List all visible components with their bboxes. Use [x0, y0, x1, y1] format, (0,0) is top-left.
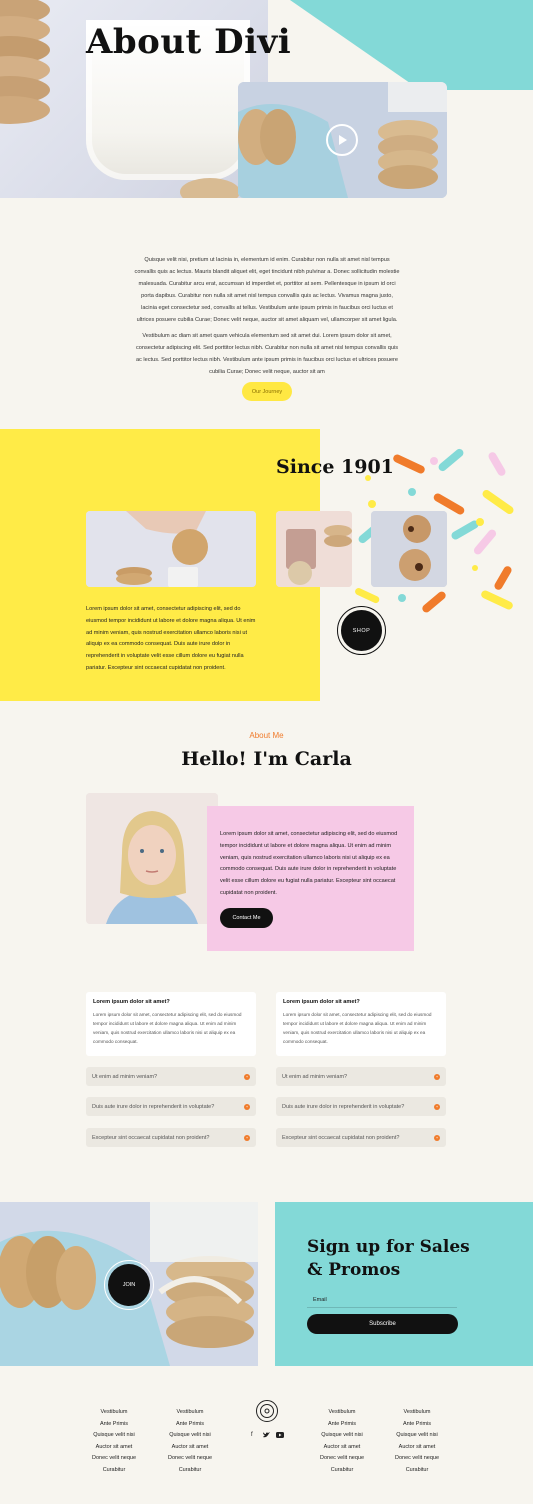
- footer-link[interactable]: Donec velit neque: [387, 1453, 447, 1465]
- faq-open-title: Lorem ipsum dolor sit amet?: [283, 999, 360, 1005]
- footer-link[interactable]: Vestibulum: [387, 1407, 447, 1419]
- hand-dipping-cookie-image: [86, 511, 256, 587]
- footer-link[interactable]: Ante Primis: [160, 1419, 220, 1431]
- faq-item[interactable]: Duis aute irure dolor in reprehenderit i…: [86, 1097, 256, 1116]
- signup-title-line-2: & Promos: [307, 1260, 401, 1280]
- join-button[interactable]: JOIN: [104, 1260, 154, 1310]
- footer-link[interactable]: Auctor sit amet: [312, 1442, 372, 1454]
- email-field-label[interactable]: Email: [313, 1297, 327, 1303]
- facebook-icon[interactable]: f: [251, 1432, 253, 1438]
- faq-item[interactable]: Duis aute irure dolor in reprehenderit i…: [276, 1097, 446, 1116]
- youtube-icon[interactable]: [276, 1432, 284, 1440]
- footer-column-2: Vestibulum Ante Primis Quisque velit nis…: [160, 1407, 220, 1476]
- faq-open-card[interactable]: Lorem ipsum dolor sit amet? Lorem ipsum …: [86, 992, 256, 1056]
- twitter-icon[interactable]: [263, 1432, 270, 1440]
- subscribe-button[interactable]: Subscribe: [307, 1314, 458, 1334]
- footer-link[interactable]: Donec velit neque: [312, 1453, 372, 1465]
- plus-icon: +: [434, 1134, 440, 1141]
- faq-question: Excepteur sint occaecat cupidatat non pr…: [282, 1134, 400, 1141]
- footer-link[interactable]: Quisque velit nisi: [387, 1430, 447, 1442]
- faq-open-body: Lorem ipsum dolor sit amet, consectetur …: [283, 1012, 432, 1044]
- faq-question: Excepteur sint occaecat cupidatat non pr…: [92, 1134, 210, 1141]
- plus-icon: +: [244, 1103, 250, 1110]
- join-button-label: JOIN: [108, 1264, 150, 1306]
- teal-triangle-decoration: [290, 0, 533, 90]
- footer-link[interactable]: Auctor sit amet: [387, 1442, 447, 1454]
- intro-paragraph-1: Quisque velit nisi, pretium ut lacinia i…: [134, 257, 400, 323]
- faq-open-title: Lorem ipsum dolor sit amet?: [93, 999, 170, 1005]
- page-title: About Divi: [86, 22, 292, 62]
- footer-link[interactable]: Ante Primis: [84, 1419, 144, 1431]
- since-text: Lorem ipsum dolor sit amet, consectetur …: [86, 606, 256, 671]
- faq-question: Duis aute irure dolor in reprehenderit i…: [282, 1103, 405, 1110]
- faq-item[interactable]: Ut enim ad minim veniam? +: [86, 1067, 256, 1086]
- plus-icon: +: [434, 1103, 440, 1110]
- footer-link[interactable]: Quisque velit nisi: [84, 1430, 144, 1442]
- cookie-stack-image: [0, 0, 50, 124]
- footer-column-4: Vestibulum Ante Primis Quisque velit nis…: [387, 1407, 447, 1476]
- donut-icon: [260, 1404, 274, 1418]
- footer-link[interactable]: Curabitur: [387, 1465, 447, 1477]
- faq-item[interactable]: Ut enim ad minim veniam? +: [276, 1067, 446, 1086]
- faq-open-card[interactable]: Lorem ipsum dolor sit amet? Lorem ipsum …: [276, 992, 446, 1056]
- footer-link[interactable]: Auctor sit amet: [160, 1442, 220, 1454]
- footer-link[interactable]: Vestibulum: [312, 1407, 372, 1419]
- contact-me-button[interactable]: Contact Me: [220, 908, 273, 928]
- intro-text: Quisque velit nisi, pretium ut lacinia i…: [133, 254, 401, 382]
- footer-link[interactable]: Auctor sit amet: [84, 1442, 144, 1454]
- footer-link[interactable]: Vestibulum: [84, 1407, 144, 1419]
- video-card[interactable]: [238, 82, 447, 198]
- footer-link[interactable]: Curabitur: [160, 1465, 220, 1477]
- footer-link[interactable]: Ante Primis: [312, 1419, 372, 1431]
- our-journey-button[interactable]: Our Journey: [242, 382, 292, 401]
- footer-link[interactable]: Quisque velit nisi: [160, 1430, 220, 1442]
- shop-button[interactable]: SHOP: [337, 606, 386, 655]
- faq-question: Ut enim ad minim veniam?: [282, 1073, 348, 1080]
- signup-panel: [275, 1202, 533, 1366]
- footer-link[interactable]: Ante Primis: [387, 1419, 447, 1431]
- footer-link[interactable]: Quisque velit nisi: [312, 1430, 372, 1442]
- footer-link[interactable]: Curabitur: [312, 1465, 372, 1477]
- footer-column-3: Vestibulum Ante Primis Quisque velit nis…: [312, 1407, 372, 1476]
- faq-question: Duis aute irure dolor in reprehenderit i…: [92, 1103, 215, 1110]
- plus-icon: +: [244, 1073, 250, 1080]
- cocoa-drink-image: [276, 511, 352, 587]
- signup-title-line-1: Sign up for Sales: [307, 1237, 470, 1257]
- footer-link[interactable]: Donec velit neque: [84, 1453, 144, 1465]
- play-icon: [339, 135, 347, 145]
- footer-column-1: Vestibulum Ante Primis Quisque velit nis…: [84, 1407, 144, 1476]
- footer-link[interactable]: Curabitur: [84, 1465, 144, 1477]
- faq-item[interactable]: Excepteur sint occaecat cupidatat non pr…: [276, 1128, 446, 1147]
- footer-link[interactable]: Donec velit neque: [160, 1453, 220, 1465]
- faq-item[interactable]: Excepteur sint occaecat cupidatat non pr…: [86, 1128, 256, 1147]
- logo-icon[interactable]: [256, 1400, 278, 1422]
- signup-title: Sign up for Sales & Promos: [307, 1236, 507, 1282]
- faq-open-body: Lorem ipsum dolor sit amet, consectetur …: [93, 1012, 242, 1044]
- shop-button-label: SHOP: [341, 610, 382, 651]
- chocolate-cookies-image: [371, 511, 447, 587]
- play-button[interactable]: [326, 124, 358, 156]
- about-text: Lorem ipsum dolor sit amet, consectetur …: [220, 831, 398, 896]
- cookie-image: [180, 178, 240, 198]
- about-title: Hello! I'm Carla: [181, 748, 352, 770]
- email-field[interactable]: [307, 1307, 457, 1308]
- intro-paragraph-2: Vestibulum ac diam sit amet quam vehicul…: [135, 333, 399, 375]
- footer-link[interactable]: Vestibulum: [160, 1407, 220, 1419]
- faq-question: Ut enim ad minim veniam?: [92, 1073, 158, 1080]
- portrait-photo: [86, 793, 218, 924]
- about-eyebrow: About Me: [249, 731, 284, 740]
- plus-icon: +: [434, 1073, 440, 1080]
- plus-icon: +: [244, 1134, 250, 1141]
